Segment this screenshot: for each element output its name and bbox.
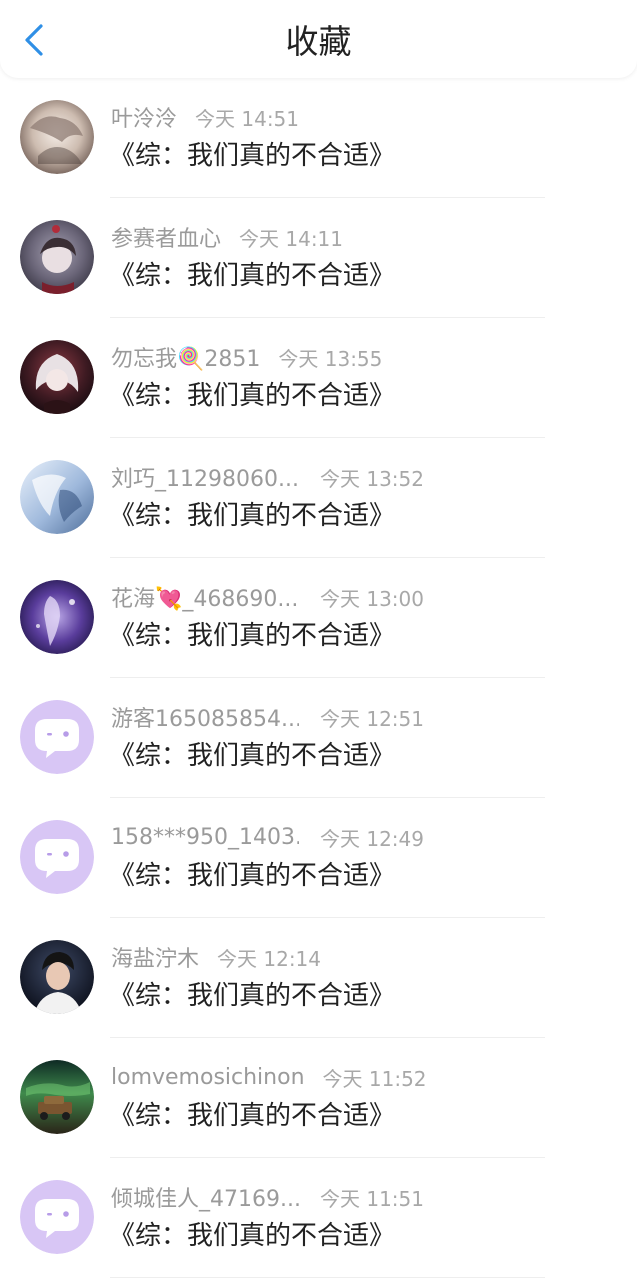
- list-item[interactable]: 勿忘我🍭2851 今天 13:55 《综：我们真的不合适》: [0, 318, 637, 438]
- timestamp: 今天 13:52: [320, 466, 424, 491]
- item-meta: 海盐泞木 今天 12:14: [111, 941, 322, 973]
- avatar[interactable]: [20, 460, 94, 534]
- book-title[interactable]: 《综：我们真的不合适》: [109, 1218, 395, 1254]
- list-item[interactable]: 叶泠泠 今天 14:51 《综：我们真的不合适》: [0, 78, 637, 198]
- book-title[interactable]: 《综：我们真的不合适》: [109, 1098, 395, 1134]
- item-meta: 倾城佳人_47169... 今天 11:51: [111, 1181, 424, 1213]
- user-name[interactable]: 花海💘_468690...: [111, 581, 299, 613]
- item-meta: 游客165085854... 今天 12:51: [111, 701, 424, 733]
- book-title[interactable]: 《综：我们真的不合适》: [109, 138, 395, 174]
- timestamp: 今天 12:14: [217, 946, 322, 971]
- user-name[interactable]: 叶泠泠: [111, 101, 177, 133]
- book-title[interactable]: 《综：我们真的不合适》: [109, 618, 395, 654]
- user-name[interactable]: 参赛者血心: [111, 221, 221, 253]
- top-bar: 收藏: [0, 0, 637, 78]
- timestamp: 今天 13:55: [278, 346, 383, 371]
- list-item[interactable]: 倾城佳人_47169... 今天 11:51 《综：我们真的不合适》: [0, 1158, 637, 1278]
- user-name[interactable]: 海盐泞木: [111, 941, 199, 973]
- book-title[interactable]: 《综：我们真的不合适》: [109, 978, 395, 1014]
- item-meta: 参赛者血心 今天 14:11: [111, 221, 344, 253]
- list-item[interactable]: 刘巧_11298060... 今天 13:52 《综：我们真的不合适》: [0, 438, 637, 558]
- favorites-list: 叶泠泠 今天 14:51 《综：我们真的不合适》 参赛者血心 今天 14:11 …: [0, 78, 637, 1278]
- list-item[interactable]: 158***950_1403... 今天 12:49 《综：我们真的不合适》: [0, 798, 637, 918]
- timestamp: 今天 12:51: [320, 706, 424, 731]
- avatar[interactable]: [20, 340, 94, 414]
- item-meta: 刘巧_11298060... 今天 13:52: [111, 461, 424, 493]
- item-meta: 花海💘_468690... 今天 13:00: [111, 581, 424, 613]
- page-title: 收藏: [285, 22, 352, 61]
- book-title[interactable]: 《综：我们真的不合适》: [109, 498, 395, 534]
- timestamp: 今天 12:49: [320, 826, 424, 851]
- timestamp: 今天 13:00: [320, 586, 424, 611]
- book-title[interactable]: 《综：我们真的不合适》: [109, 858, 395, 894]
- item-meta: 勿忘我🍭2851 今天 13:55: [111, 341, 383, 373]
- timestamp: 今天 14:51: [195, 106, 300, 131]
- list-item[interactable]: lomvemosichinon 今天 11:52 《综：我们真的不合适》: [0, 1038, 637, 1158]
- list-item[interactable]: 参赛者血心 今天 14:11 《综：我们真的不合适》: [0, 198, 637, 318]
- avatar[interactable]: [20, 580, 94, 654]
- default-avatar-icon[interactable]: [20, 1180, 94, 1254]
- book-title[interactable]: 《综：我们真的不合适》: [109, 378, 395, 414]
- user-name[interactable]: 158***950_1403...: [111, 825, 299, 850]
- avatar[interactable]: [20, 220, 94, 294]
- timestamp: 今天 11:52: [322, 1066, 427, 1091]
- book-title[interactable]: 《综：我们真的不合适》: [109, 258, 395, 294]
- item-meta: 叶泠泠 今天 14:51: [111, 101, 300, 133]
- item-meta: lomvemosichinon 今天 11:52: [111, 1062, 427, 1092]
- default-avatar-icon[interactable]: [20, 700, 94, 774]
- user-name[interactable]: 刘巧_11298060...: [111, 461, 299, 493]
- user-name[interactable]: 游客165085854...: [111, 701, 299, 733]
- default-avatar-icon[interactable]: [20, 820, 94, 894]
- timestamp: 今天 14:11: [239, 226, 344, 251]
- user-name[interactable]: 勿忘我🍭2851: [111, 341, 260, 373]
- user-name[interactable]: 倾城佳人_47169...: [111, 1181, 299, 1213]
- list-item[interactable]: 海盐泞木 今天 12:14 《综：我们真的不合适》: [0, 918, 637, 1038]
- timestamp: 今天 11:51: [320, 1186, 424, 1211]
- avatar[interactable]: [20, 1060, 94, 1134]
- list-item[interactable]: 游客165085854... 今天 12:51 《综：我们真的不合适》: [0, 678, 637, 798]
- avatar[interactable]: [20, 100, 94, 174]
- divider: [110, 1277, 545, 1278]
- item-meta: 158***950_1403... 今天 12:49: [111, 822, 424, 852]
- avatar[interactable]: [20, 940, 94, 1014]
- book-title[interactable]: 《综：我们真的不合适》: [109, 738, 395, 774]
- list-item[interactable]: 花海💘_468690... 今天 13:00 《综：我们真的不合适》: [0, 558, 637, 678]
- user-name[interactable]: lomvemosichinon: [111, 1065, 305, 1090]
